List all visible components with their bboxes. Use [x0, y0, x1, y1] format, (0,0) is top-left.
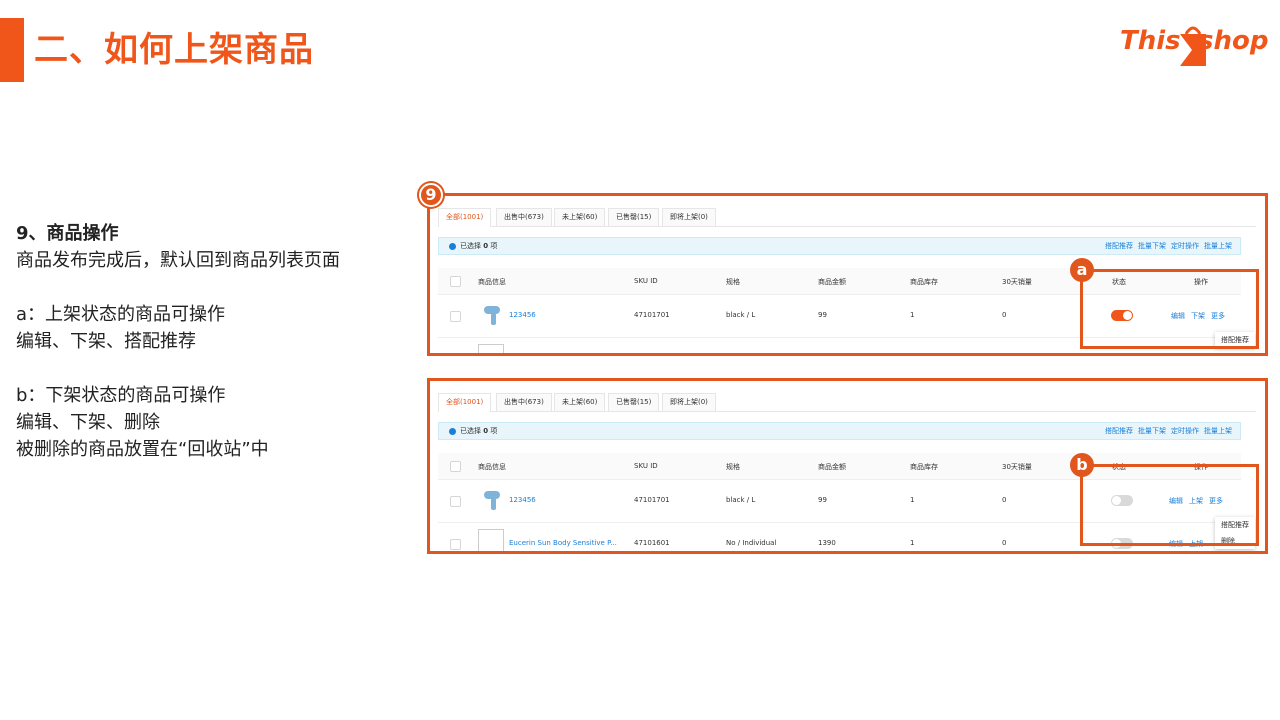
- sku-id: 47101701: [634, 496, 670, 504]
- highlight-box-a: [1080, 269, 1259, 349]
- spec: black / L: [726, 496, 756, 504]
- sales: 0: [1002, 539, 1007, 547]
- selection-count: 已选择 0 项: [460, 242, 498, 250]
- product-name-link[interactable]: Eucerin Sun Body Sensitive P...: [509, 539, 617, 547]
- scheduled-action-button[interactable]: 定时操作: [1171, 427, 1199, 435]
- col-sales: 30天销量: [1002, 463, 1032, 471]
- col-product-info: 商品信息: [478, 463, 506, 471]
- scheduled-action-button[interactable]: 定时操作: [1171, 242, 1199, 250]
- title-accent-bar: [0, 18, 24, 82]
- hair-dryer-icon: [484, 491, 500, 510]
- hair-dryer-icon: [484, 306, 500, 325]
- col-stock: 商品库存: [910, 463, 938, 471]
- thisshop-logo: This shop: [1118, 18, 1268, 70]
- logo-text-shop: shop: [1198, 26, 1269, 56]
- product-thumbnail: [478, 344, 504, 353]
- page-title: 二、如何上架商品: [34, 30, 314, 70]
- stock: 1: [910, 496, 915, 504]
- price: 1390: [818, 539, 836, 547]
- col-spec: 规格: [726, 278, 740, 286]
- bulk-delist-button[interactable]: 批量下架: [1138, 242, 1166, 250]
- tab-all[interactable]: 全部(1001): [438, 393, 492, 412]
- bulk-match-recommend-button[interactable]: 搭配推荐: [1105, 427, 1133, 435]
- spec: black / L: [726, 311, 756, 319]
- selection-bar: 已选择 0 项 搭配推荐 批量下架 定时操作 批量上架: [438, 422, 1241, 440]
- bulk-actions: 搭配推荐 批量下架 定时操作 批量上架: [1100, 241, 1232, 251]
- select-all-checkbox[interactable]: [450, 276, 461, 287]
- status-tabs: 全部(1001) 出售中(673) 未上架(60) 已售罄(15) 即将上架(0…: [438, 204, 1256, 227]
- b-note: 被删除的商品放置在“回收站”中: [16, 439, 269, 460]
- row-checkbox[interactable]: [450, 311, 461, 322]
- b-title: b：下架状态的商品可操作: [16, 385, 226, 406]
- col-stock: 商品库存: [910, 278, 938, 286]
- stock: 1: [910, 539, 915, 547]
- sales: 0: [1002, 496, 1007, 504]
- info-icon: [449, 428, 456, 435]
- col-price: 商品金额: [818, 278, 846, 286]
- selection-bar: 已选择 0 项 搭配推荐 批量下架 定时操作 批量上架: [438, 237, 1241, 255]
- tab-unlisted[interactable]: 未上架(60): [554, 393, 606, 411]
- bulk-match-recommend-button[interactable]: 搭配推荐: [1105, 242, 1133, 250]
- tab-sold-out[interactable]: 已售罄(15): [608, 208, 660, 226]
- b-ops: 编辑、下架、删除: [16, 412, 160, 433]
- bulk-delist-button[interactable]: 批量下架: [1138, 427, 1166, 435]
- a-ops: 编辑、下架、搭配推荐: [16, 331, 196, 352]
- col-product-info: 商品信息: [478, 278, 506, 286]
- col-sales: 30天销量: [1002, 278, 1032, 286]
- intro-text: 商品发布完成后，默认回到商品列表页面: [16, 250, 340, 271]
- logo-text-this: This: [1120, 26, 1181, 56]
- bulk-list-button[interactable]: 批量上架: [1204, 242, 1232, 250]
- badge-b: b: [1070, 453, 1094, 477]
- tab-on-sale[interactable]: 出售中(673): [496, 393, 552, 411]
- badge-a: a: [1070, 258, 1094, 282]
- price: 99: [818, 496, 827, 504]
- a-title: a：上架状态的商品可操作: [16, 304, 226, 325]
- product-name-link[interactable]: 123456: [509, 311, 536, 319]
- status-tabs: 全部(1001) 出售中(673) 未上架(60) 已售罄(15) 即将上架(0…: [438, 389, 1256, 412]
- col-price: 商品金额: [818, 463, 846, 471]
- price: 99: [818, 311, 827, 319]
- instructions: 9、商品操作 商品发布完成后，默认回到商品列表页面 a：上架状态的商品可操作 编…: [16, 220, 416, 463]
- col-sku-id: SKU ID: [634, 277, 658, 285]
- product-thumbnail: [478, 529, 504, 551]
- badge-step-9: 9: [419, 183, 443, 207]
- product-name-link[interactable]: 123456: [509, 496, 536, 504]
- sales: 0: [1002, 311, 1007, 319]
- bulk-list-button[interactable]: 批量上架: [1204, 427, 1232, 435]
- row-checkbox[interactable]: [450, 539, 461, 550]
- tab-sold-out[interactable]: 已售罄(15): [608, 393, 660, 411]
- col-sku-id: SKU ID: [634, 462, 658, 470]
- col-spec: 规格: [726, 463, 740, 471]
- row-checkbox[interactable]: [450, 496, 461, 507]
- tab-all[interactable]: 全部(1001): [438, 208, 492, 227]
- sku-id: 47101601: [634, 539, 670, 547]
- sku-id: 47101701: [634, 311, 670, 319]
- highlight-box-b: [1080, 464, 1259, 546]
- section-heading: 9、商品操作: [16, 223, 119, 244]
- select-all-checkbox[interactable]: [450, 461, 461, 472]
- tab-on-sale[interactable]: 出售中(673): [496, 208, 552, 226]
- tab-upcoming[interactable]: 即将上架(0): [662, 393, 716, 411]
- info-icon: [449, 243, 456, 250]
- spec: No / Individual: [726, 539, 777, 547]
- tab-upcoming[interactable]: 即将上架(0): [662, 208, 716, 226]
- tab-unlisted[interactable]: 未上架(60): [554, 208, 606, 226]
- stock: 1: [910, 311, 915, 319]
- bulk-actions: 搭配推荐 批量下架 定时操作 批量上架: [1100, 426, 1232, 436]
- selection-count: 已选择 0 项: [460, 427, 498, 435]
